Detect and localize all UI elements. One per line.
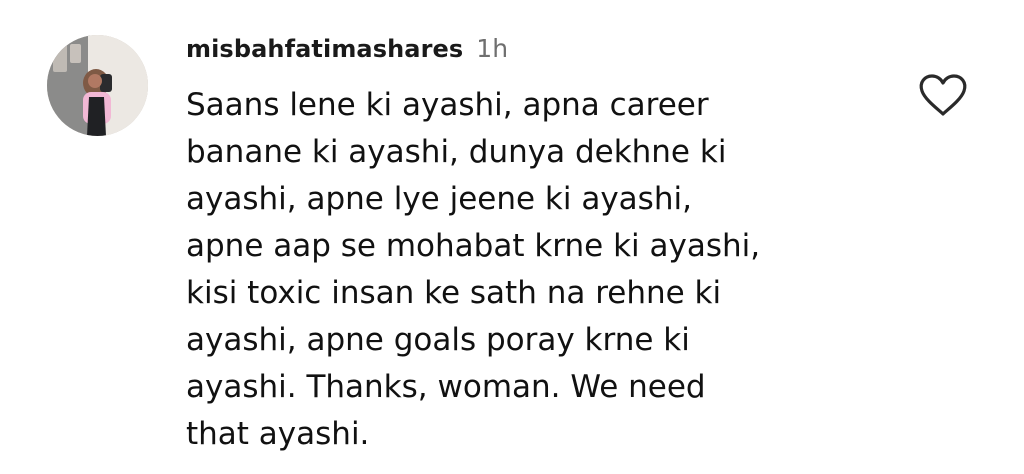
comment-item: misbahfatimashares 1h Saans lene ki ayas… — [0, 0, 1024, 474]
comment-line: that ayashi. — [186, 416, 370, 452]
like-button[interactable] — [917, 73, 969, 119]
comment-line: Saans lene ki ayashi, apna career — [186, 87, 709, 123]
comment-text: Saans lene ki ayashi, apna career banane… — [186, 82, 876, 458]
comment-line: banane ki ayashi, dunya dekhne ki — [186, 134, 727, 170]
comment-line: kisi toxic insan ke sath na rehne ki — [186, 275, 722, 311]
heart-icon — [919, 74, 967, 116]
comment-line: ayashi, apne lye jeene ki ayashi, — [186, 181, 692, 217]
comment-line: ayashi, apne goals poray krne ki — [186, 322, 690, 358]
comment-line: ayashi. Thanks, woman. We need — [186, 369, 706, 405]
comment-line: apne aap se mohabat krne ki ayashi, — [186, 228, 761, 264]
comment-header: misbahfatimashares 1h — [186, 34, 508, 66]
username-link[interactable]: misbahfatimashares — [186, 35, 463, 63]
timestamp: 1h — [476, 34, 509, 63]
avatar[interactable] — [47, 35, 148, 136]
